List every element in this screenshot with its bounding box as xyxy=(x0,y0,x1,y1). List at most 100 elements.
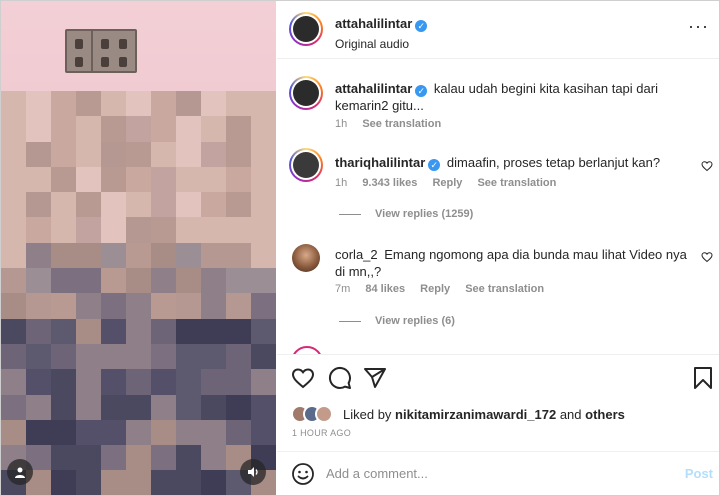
blur-pixel xyxy=(1,192,26,218)
comment-like-heart-icon[interactable] xyxy=(701,160,713,172)
blur-pixel xyxy=(101,318,126,344)
tagged-user-button[interactable] xyxy=(7,459,33,485)
blur-pixel xyxy=(126,116,151,142)
blur-pixel xyxy=(251,394,276,420)
comment-username[interactable]: thariqhalilintar xyxy=(335,155,425,170)
blur-pixel xyxy=(226,166,251,193)
blur-pixel xyxy=(151,445,176,471)
blur-pixel xyxy=(226,268,251,294)
comment-icon[interactable] xyxy=(328,366,352,390)
blur-pixel xyxy=(76,293,101,319)
blur-pixel xyxy=(226,91,251,117)
commenter-avatar[interactable] xyxy=(289,148,323,182)
blur-pixel xyxy=(26,91,51,117)
liked-by-and: and xyxy=(559,407,582,422)
volume-button[interactable] xyxy=(240,459,266,485)
blur-pixel xyxy=(176,343,201,370)
blur-pixel xyxy=(126,369,151,395)
emoji-icon[interactable] xyxy=(291,462,315,486)
blur-pixel xyxy=(201,445,226,471)
verified-badge-icon: ✓ xyxy=(415,20,428,32)
reply-button[interactable]: Reply xyxy=(432,177,462,189)
blur-pixel xyxy=(26,318,51,344)
blur-pixel xyxy=(76,369,101,395)
see-translation-link[interactable]: See translation xyxy=(465,283,544,295)
blur-pixel xyxy=(26,293,51,319)
blur-pixel xyxy=(176,369,201,395)
comment-likes[interactable]: 84 likes xyxy=(365,283,405,295)
send-icon[interactable] xyxy=(363,366,387,390)
pixelated-face-blur xyxy=(1,91,276,495)
see-translation-link[interactable]: See translation xyxy=(477,177,556,189)
blur-pixel xyxy=(101,293,126,319)
blur-pixel xyxy=(251,166,276,193)
blur-pixel xyxy=(1,242,26,269)
heart-icon[interactable] xyxy=(291,366,315,390)
blur-pixel xyxy=(126,343,151,370)
reply-button[interactable]: Reply xyxy=(420,283,450,295)
post-comment-button[interactable]: Post xyxy=(685,466,713,481)
replies-line xyxy=(339,213,361,215)
caption-text: attahalilintar ✓ kalau udah begini kita k… xyxy=(335,80,705,114)
blur-pixel xyxy=(201,293,226,319)
comment-likes[interactable]: 9.343 likes xyxy=(362,177,417,189)
blur-pixel xyxy=(251,343,276,370)
blur-pixel xyxy=(226,318,251,344)
author-avatar[interactable] xyxy=(289,12,323,46)
blur-pixel xyxy=(226,192,251,218)
next-comment-avatar-partial xyxy=(291,346,323,354)
blur-pixel xyxy=(201,419,226,446)
caption-username[interactable]: attahalilintar xyxy=(335,81,412,96)
blur-pixel xyxy=(226,217,251,243)
blur-pixel xyxy=(26,419,51,446)
blur-pixel xyxy=(201,192,226,218)
blur-pixel xyxy=(201,470,226,495)
blur-pixel xyxy=(226,394,251,420)
view-replies-label: View replies (1259) xyxy=(375,208,474,220)
blur-pixel xyxy=(1,141,26,167)
blur-pixel xyxy=(251,217,276,243)
blur-pixel xyxy=(101,166,126,193)
blur-pixel xyxy=(76,116,101,142)
liked-by-others[interactable]: others xyxy=(585,407,625,422)
liked-by-user[interactable]: nikitamirzanimawardi_172 xyxy=(395,407,556,422)
view-replies-button[interactable]: View replies (1259) xyxy=(339,208,473,220)
blur-pixel xyxy=(126,268,151,294)
view-replies-button[interactable]: View replies (6) xyxy=(339,315,455,327)
blur-pixel xyxy=(51,217,76,243)
blur-pixel xyxy=(76,419,101,446)
blur-pixel xyxy=(226,116,251,142)
blur-pixel xyxy=(51,419,76,446)
blur-pixel xyxy=(201,242,226,269)
comment-username[interactable]: corla_2 xyxy=(335,247,378,262)
blur-pixel xyxy=(26,394,51,420)
verified-badge-icon: ✓ xyxy=(415,85,428,97)
bookmark-icon[interactable] xyxy=(691,366,715,390)
caption-meta: 1h See translation xyxy=(335,118,453,130)
add-comment-input[interactable]: Add a comment... xyxy=(326,466,428,481)
blur-pixel xyxy=(151,192,176,218)
view-replies-label: View replies (6) xyxy=(375,315,455,327)
comment-text: thariqhalilintar ✓ dimaafin, proses tetap… xyxy=(335,154,695,171)
blur-pixel xyxy=(151,318,176,344)
blur-pixel xyxy=(251,116,276,142)
liked-by-avatars[interactable] xyxy=(291,405,341,423)
comment-like-heart-icon[interactable] xyxy=(701,251,713,263)
blur-pixel xyxy=(176,166,201,193)
author-username[interactable]: attahalilintar xyxy=(335,16,412,31)
user-icon xyxy=(15,467,25,478)
post-timestamp[interactable]: 1 HOUR AGO xyxy=(292,428,351,438)
blur-pixel xyxy=(201,268,226,294)
blur-pixel xyxy=(51,293,76,319)
blur-pixel xyxy=(176,318,201,344)
blur-pixel xyxy=(26,343,51,370)
more-horizontal-icon[interactable]: ··· xyxy=(688,17,709,35)
blur-pixel xyxy=(51,394,76,420)
caption-author-avatar[interactable] xyxy=(289,76,323,110)
commenter-avatar[interactable] xyxy=(292,244,320,272)
audio-label[interactable]: Original audio xyxy=(335,37,427,51)
see-translation-link[interactable]: See translation xyxy=(362,118,441,130)
blur-pixel xyxy=(226,369,251,395)
blur-pixel xyxy=(151,217,176,243)
post-video[interactable] xyxy=(1,1,276,495)
